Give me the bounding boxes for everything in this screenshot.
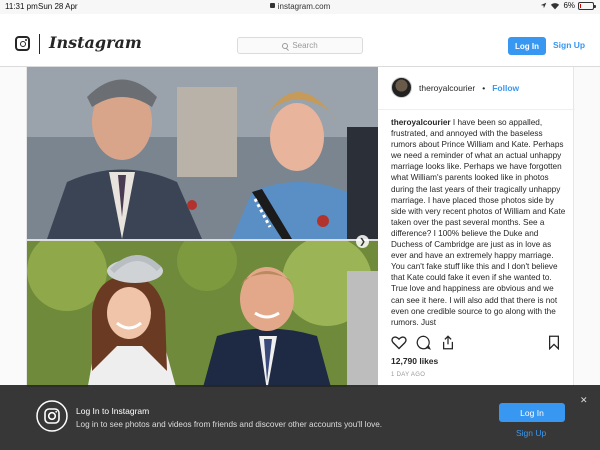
battery-percent: 6% bbox=[563, 1, 575, 10]
banner-title: Log In to Instagram bbox=[76, 406, 150, 416]
post-side-panel: theroyalcourier • Follow theroyalcourier… bbox=[378, 67, 575, 387]
caption-author[interactable]: theroyalcourier bbox=[391, 118, 451, 127]
author-name[interactable]: theroyalcourier bbox=[419, 83, 475, 93]
close-icon[interactable]: ✕ bbox=[580, 395, 588, 406]
login-button[interactable]: Log In bbox=[508, 37, 546, 55]
post-caption: theroyalcourier I have been so appalled,… bbox=[391, 117, 569, 327]
search-icon bbox=[282, 42, 289, 49]
banner-login-button[interactable]: Log In bbox=[499, 403, 565, 422]
signup-link[interactable]: Sign Up bbox=[553, 40, 585, 50]
battery-icon bbox=[578, 1, 596, 10]
search-placeholder: Search bbox=[292, 41, 318, 50]
address-url: instagram.com bbox=[277, 2, 331, 11]
bookmark-icon[interactable] bbox=[548, 335, 560, 350]
status-bar: 11:31 pm Sun 28 Apr instagram.com 6% bbox=[0, 0, 600, 14]
instagram-header: Instagram Search Log In Sign Up bbox=[0, 14, 600, 67]
header-divider bbox=[39, 34, 40, 54]
login-banner: Log In to Instagram Log in to see photos… bbox=[0, 385, 600, 450]
address-bar[interactable]: instagram.com bbox=[0, 2, 600, 11]
banner-signup-link[interactable]: Sign Up bbox=[516, 428, 546, 438]
instagram-wordmark[interactable]: Instagram bbox=[49, 33, 142, 52]
follow-button[interactable]: Follow bbox=[492, 83, 519, 93]
post-photo[interactable]: ❯ bbox=[27, 67, 378, 387]
status-indicators: 6% bbox=[540, 1, 596, 10]
side-divider bbox=[378, 109, 575, 110]
photo-top bbox=[27, 67, 378, 239]
comment-icon[interactable] bbox=[416, 335, 431, 350]
banner-subtitle: Log in to see photos and videos from fri… bbox=[76, 420, 383, 429]
author-separator: • bbox=[482, 82, 486, 93]
lock-icon bbox=[269, 3, 275, 9]
heart-icon[interactable] bbox=[391, 335, 407, 350]
location-icon bbox=[541, 2, 547, 9]
next-arrow-icon[interactable]: ❯ bbox=[356, 235, 369, 248]
share-icon[interactable] bbox=[441, 335, 455, 350]
post-card: ❯ theroyalcourier • Follow theroyalcouri… bbox=[26, 67, 575, 387]
caption-text: I have been so appalled, frustrated, and… bbox=[391, 118, 566, 327]
photo-bottom bbox=[27, 241, 378, 387]
search-input[interactable]: Search bbox=[237, 37, 363, 54]
post-actions bbox=[391, 335, 561, 353]
wifi-icon bbox=[551, 2, 560, 9]
post-author-row: theroyalcourier • Follow bbox=[391, 77, 519, 98]
avatar[interactable] bbox=[391, 77, 412, 98]
instagram-logo-icon[interactable] bbox=[15, 36, 30, 51]
post-timestamp: 1 DAY AGO bbox=[391, 372, 426, 378]
instagram-logo-icon bbox=[36, 400, 68, 432]
likes-count[interactable]: 12,790 likes bbox=[391, 356, 438, 366]
